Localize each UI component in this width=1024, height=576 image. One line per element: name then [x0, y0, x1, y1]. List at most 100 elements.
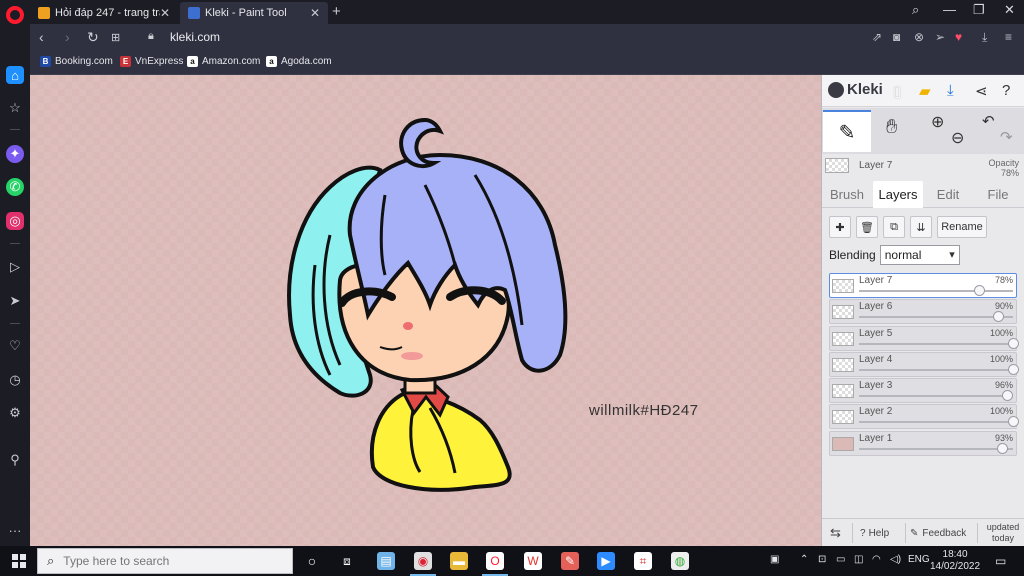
close-tab-icon[interactable]: ✕ — [160, 6, 170, 20]
tab-file[interactable]: File — [974, 181, 1022, 208]
layer-opacity-slider[interactable] — [859, 390, 1013, 402]
restore-icon[interactable]: ❐ — [973, 2, 985, 18]
tab-layers[interactable]: Layers — [873, 181, 923, 208]
url-field[interactable]: kleki.com — [170, 30, 220, 44]
camera-icon[interactable]: ◙ — [893, 30, 900, 44]
battery-icon[interactable]: ▭ — [836, 554, 845, 565]
tab-edit[interactable]: Edit — [927, 181, 969, 208]
bookmark-agoda[interactable]: a Agoda.com — [266, 56, 332, 67]
language-indicator[interactable]: ENG — [908, 554, 930, 565]
new-image-icon[interactable]: ▯ — [893, 82, 901, 100]
slider-handle[interactable] — [997, 442, 1009, 454]
app-icon[interactable]: ✎ — [561, 552, 579, 570]
layer-opacity-slider[interactable] — [859, 442, 1013, 454]
clock[interactable]: 18:40 14/02/2022 — [930, 549, 980, 573]
layer-opacity-slider[interactable] — [859, 363, 1019, 375]
zoom-icon[interactable]: ▶ — [597, 552, 615, 570]
opera-taskbar-icon[interactable]: O — [482, 552, 508, 576]
close-tab-icon[interactable]: ✕ — [310, 6, 320, 20]
star-icon[interactable]: ☆ — [6, 99, 24, 117]
taskbar-search-input[interactable] — [63, 554, 264, 568]
opera-logo-icon[interactable] — [6, 6, 24, 24]
layer-row[interactable]: Layer 5 100% — [829, 325, 1019, 351]
reload-icon[interactable]: ↻ — [87, 29, 99, 46]
slider-handle[interactable] — [1008, 337, 1019, 349]
favorite-heart-icon[interactable]: ♥ — [955, 30, 962, 44]
player-icon[interactable]: ▷ — [6, 258, 24, 276]
layer-opacity-slider[interactable] — [859, 285, 1013, 296]
news-icon[interactable]: ▣ — [770, 554, 779, 565]
tab-brush[interactable]: Brush — [825, 181, 869, 208]
send-icon[interactable]: ➤ — [6, 292, 24, 310]
more-icon[interactable]: ··· — [6, 521, 24, 539]
slider-handle[interactable] — [1001, 390, 1013, 402]
layer-opacity-slider[interactable] — [859, 337, 1019, 349]
tray-app-icon[interactable]: ◫ — [854, 554, 863, 565]
app-icon[interactable]: ⌗ — [634, 552, 652, 570]
send-icon[interactable]: ➢ — [935, 30, 945, 44]
delete-layer-button[interactable]: 🗑︎ — [856, 216, 878, 238]
wifi-icon[interactable]: ◠ — [872, 554, 881, 565]
bookmark-amazon[interactable]: a Amazon.com — [187, 56, 260, 67]
merge-layer-button[interactable]: ⇊ — [910, 216, 932, 238]
chevron-up-icon[interactable]: ⌃ — [800, 554, 808, 565]
tray-app-icon[interactable]: ⊡ — [818, 554, 826, 565]
slider-handle[interactable] — [1008, 416, 1019, 428]
messenger-icon[interactable]: ✦ — [6, 145, 24, 163]
history-icon[interactable]: ◷ — [6, 371, 24, 389]
wps-icon[interactable]: W — [524, 552, 542, 570]
minimize-icon[interactable]: — — [943, 2, 956, 17]
search-tabs-icon[interactable]: ⌕ — [912, 2, 919, 18]
menu-icon[interactable]: ≡ — [1005, 30, 1012, 44]
tab-hoidap[interactable]: Hỏi đáp 247 - trang tra loi ✕ — [30, 2, 178, 24]
layer-row[interactable]: Layer 3 96% — [829, 378, 1017, 404]
windows-start-icon[interactable] — [12, 554, 26, 568]
layer-opacity-slider[interactable] — [859, 311, 1013, 323]
task-view-icon[interactable]: ⧈ — [338, 552, 356, 570]
home-icon[interactable]: ⌂ — [6, 66, 24, 84]
save-download-icon[interactable]: ⤓ — [947, 82, 954, 99]
settings-icon[interactable]: ⚙ — [6, 404, 24, 422]
file-explorer-icon[interactable]: ▬ — [450, 552, 468, 570]
help-icon[interactable]: ? — [1002, 82, 1010, 99]
layer-row[interactable]: Layer 7 78% — [829, 273, 1017, 298]
app-icon[interactable]: ◍ — [671, 552, 689, 570]
drawing-canvas[interactable]: willmilk#HĐ247 — [30, 75, 821, 546]
share-icon[interactable]: ⇗ — [872, 30, 882, 44]
chrome-icon[interactable]: ◉ — [410, 552, 436, 576]
zoom-out-icon[interactable]: ⊖ — [951, 128, 964, 148]
layer-row[interactable]: Layer 2 100% — [829, 404, 1019, 430]
notification-icon[interactable]: ▭ — [995, 554, 1006, 568]
feedback-button[interactable]: ✎ Feedback — [910, 519, 966, 547]
instagram-icon[interactable]: ◎ — [6, 212, 24, 230]
app-icon[interactable]: ▤ — [377, 552, 395, 570]
slider-handle[interactable] — [974, 285, 986, 296]
swap-icon[interactable]: ⇆ — [830, 519, 841, 547]
grid-icon[interactable]: ⊞ — [111, 31, 120, 44]
hand-tool-icon[interactable]: ✋︎ — [886, 116, 897, 139]
back-icon[interactable]: ‹ — [39, 29, 44, 45]
slider-handle[interactable] — [992, 311, 1004, 323]
whatsapp-icon[interactable]: ✆ — [6, 178, 24, 196]
lightbulb-icon[interactable]: ⚲ — [6, 451, 24, 469]
tab-kleki[interactable]: Kleki - Paint Tool ✕ — [180, 2, 328, 24]
undo-icon[interactable]: ↶ — [982, 112, 995, 130]
layer-row[interactable]: Layer 1 93% — [829, 430, 1017, 456]
add-layer-button[interactable]: ✚ — [829, 216, 851, 238]
layer-row[interactable]: Layer 4 100% — [829, 351, 1019, 377]
new-tab-icon[interactable]: + — [332, 3, 341, 20]
slider-handle[interactable] — [1008, 363, 1019, 375]
duplicate-layer-button[interactable]: ⧉ — [883, 216, 905, 238]
cortana-icon[interactable]: ○ — [303, 552, 321, 570]
layer-opacity-slider[interactable] — [859, 416, 1019, 428]
forward-icon[interactable]: › — [65, 29, 70, 45]
bookmark-booking[interactable]: B Booking.com — [40, 56, 113, 67]
share-icon[interactable]: ⋖ — [975, 82, 988, 100]
layer-row[interactable]: Layer 6 90% — [829, 299, 1017, 325]
rename-layer-button[interactable]: Rename — [937, 216, 987, 238]
redo-icon[interactable]: ↷ — [1000, 128, 1013, 146]
brush-tool[interactable]: ✎ — [823, 110, 871, 152]
close-window-icon[interactable]: ✕ — [1004, 2, 1015, 18]
help-button[interactable]: ? Help — [860, 519, 889, 547]
zoom-in-icon[interactable]: ⊕ — [931, 112, 944, 132]
